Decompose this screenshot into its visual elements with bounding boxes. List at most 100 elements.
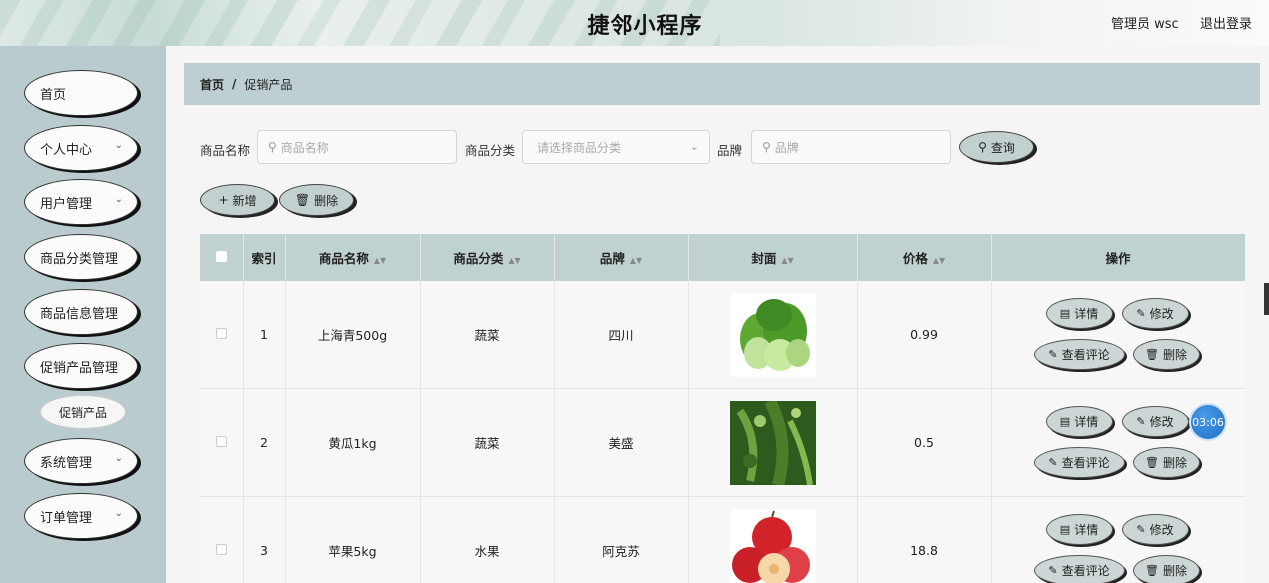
detail-button[interactable]: ▤ 详情: [1045, 298, 1113, 329]
logout-link[interactable]: 退出登录: [1200, 13, 1252, 32]
delete-button[interactable]: 🗑 删除: [1132, 555, 1200, 583]
cell-cover: [688, 281, 858, 389]
sidebar-item-promotion-management[interactable]: 促销产品管理: [24, 343, 138, 389]
add-button-label: 新增: [232, 193, 257, 208]
delete-button[interactable]: 🗑 删除: [1132, 339, 1200, 370]
timer-badge[interactable]: 03:06: [1189, 403, 1227, 441]
delete-button-label: 删除: [314, 193, 339, 208]
view-comments-button[interactable]: ✎ 查看评论: [1033, 339, 1125, 370]
row-checkbox[interactable]: [200, 388, 244, 497]
batch-delete-button[interactable]: 🗑 删除: [279, 184, 354, 216]
sidebar-item-category-management[interactable]: 商品分类管理: [24, 234, 138, 280]
admin-user-label: 管理员 wsc: [1111, 17, 1179, 32]
cell-name: 黄瓜1kg: [285, 388, 421, 497]
sidebar-item-home[interactable]: 首页: [24, 70, 138, 116]
sidebar-item-label: 系统管理: [40, 455, 93, 471]
sort-icon[interactable]: ▲▼: [781, 256, 793, 265]
edit-button[interactable]: ✎ 修改: [1121, 298, 1189, 329]
col-header-category[interactable]: 商品分类 ▲▼: [420, 234, 555, 281]
col-header-cover[interactable]: 封面 ▲▼: [688, 234, 858, 281]
col-header-label: 品牌: [599, 251, 625, 266]
brand-input[interactable]: ⚲ 品牌: [751, 130, 951, 164]
cell-name: 苹果5kg: [285, 496, 421, 583]
edit-button[interactable]: ✎ 修改: [1121, 406, 1189, 437]
trash-icon: 🗑: [294, 193, 311, 207]
breadcrumb-home[interactable]: 首页: [200, 76, 224, 93]
col-header-label: 商品分类: [453, 251, 504, 266]
breadcrumb: 首页 / 促销产品: [184, 63, 1260, 105]
sort-icon[interactable]: ▲▼: [374, 256, 386, 265]
trash-icon: 🗑: [1145, 348, 1159, 361]
cell-name: 上海青500g: [285, 281, 421, 389]
detail-button[interactable]: ▤ 详情: [1045, 514, 1113, 545]
row-checkbox[interactable]: [200, 496, 244, 583]
trash-icon: 🗑: [1145, 564, 1159, 577]
view-comments-button[interactable]: ✎ 查看评论: [1033, 447, 1125, 478]
view-comments-button[interactable]: ✎ 查看评论: [1033, 555, 1125, 583]
pencil-icon: ✎: [1136, 523, 1146, 536]
pencil-icon: ✎: [1048, 348, 1058, 361]
sidebar-item-personal-center[interactable]: 个人中心 ⌄: [24, 125, 138, 171]
col-header-index: 索引: [243, 234, 286, 281]
product-name-input[interactable]: ⚲ 商品名称: [257, 130, 457, 164]
cell-index: 1: [243, 281, 286, 389]
sidebar-item-system-management[interactable]: 系统管理 ⌄: [24, 438, 138, 484]
sidebar-subitem-promotion-products[interactable]: 促销产品: [40, 395, 126, 429]
col-header-brand[interactable]: 品牌 ▲▼: [554, 234, 689, 281]
edit-label: 修改: [1149, 307, 1174, 321]
add-button[interactable]: + 新增: [200, 184, 275, 216]
cucumber-image: [729, 400, 816, 485]
category-placeholder: 请选择商品分类: [537, 140, 622, 155]
chevron-down-icon: ⌄: [114, 453, 123, 464]
sort-icon[interactable]: ▲▼: [508, 256, 520, 265]
pencil-icon: ✎: [1136, 415, 1146, 428]
cell-price: 0.99: [857, 281, 992, 389]
sidebar: 首页 个人中心 ⌄ 用户管理 ⌄ 商品分类管理 商品信息管理 促销产品管理 促销产品…: [0, 46, 166, 583]
detail-button[interactable]: ▤ 详情: [1045, 406, 1113, 437]
cell-brand: 美盛: [554, 388, 689, 497]
edit-button[interactable]: ✎ 修改: [1121, 514, 1189, 545]
delete-button[interactable]: 🗑 删除: [1132, 447, 1200, 478]
col-header-name[interactable]: 商品名称 ▲▼: [285, 234, 421, 281]
select-all-checkbox[interactable]: [200, 234, 244, 281]
col-header-actions: 操作: [991, 234, 1245, 281]
cell-category: 蔬菜: [420, 281, 555, 389]
breadcrumb-current: 促销产品: [244, 77, 293, 92]
cell-brand: 阿克苏: [554, 496, 689, 583]
cell-brand: 四川: [554, 281, 689, 389]
bok-choy-image: [729, 292, 816, 377]
chevron-down-icon: ⌄: [114, 140, 123, 151]
product-name-label: 商品名称: [200, 143, 251, 158]
table-row: 1 上海青500g 蔬菜 四川 0.99 ▤ 详情 ✎ 修改 ✎ 查看评论 🗑 …: [200, 281, 1245, 389]
sort-icon[interactable]: ▲▼: [630, 256, 642, 265]
document-icon: ▤: [1059, 415, 1071, 428]
query-button-label: 查询: [990, 140, 1015, 155]
sidebar-item-product-management[interactable]: 商品信息管理: [24, 289, 138, 335]
edit-label: 修改: [1149, 523, 1174, 537]
delete-label: 删除: [1162, 348, 1187, 362]
comments-label: 查看评论: [1061, 456, 1110, 470]
comments-label: 查看评论: [1061, 564, 1110, 578]
cell-index: 2: [243, 388, 286, 497]
chevron-down-icon: ⌄: [689, 140, 699, 153]
scrollbar-thumb[interactable]: [1264, 283, 1269, 315]
trash-icon: 🗑: [1145, 456, 1159, 469]
cell-category: 水果: [420, 496, 555, 583]
document-icon: ▤: [1059, 307, 1071, 320]
query-button[interactable]: ⚲ 查询: [959, 131, 1034, 163]
search-icon: ⚲: [268, 140, 277, 154]
cell-actions: ▤ 详情 ✎ 修改 ✎ 查看评论 🗑 删除: [991, 496, 1245, 583]
product-table: 索引 商品名称 ▲▼ 商品分类 ▲▼ 品牌 ▲▼ 封面 ▲▼ 价格 ▲▼ 操作 1 上海青…: [200, 234, 1245, 583]
row-checkbox[interactable]: [200, 281, 244, 389]
edit-label: 修改: [1149, 415, 1174, 429]
sort-icon[interactable]: ▲▼: [933, 256, 945, 265]
sidebar-item-user-management[interactable]: 用户管理 ⌄: [24, 179, 138, 225]
detail-label: 详情: [1074, 523, 1099, 537]
cell-cover: [688, 388, 858, 497]
cell-index: 3: [243, 496, 286, 583]
sidebar-item-label: 个人中心: [40, 142, 93, 158]
category-select[interactable]: 请选择商品分类 ⌄: [522, 130, 710, 164]
sidebar-item-order-management[interactable]: 订单管理 ⌄: [24, 493, 138, 539]
col-header-price[interactable]: 价格 ▲▼: [857, 234, 992, 281]
chevron-down-icon: ⌄: [114, 508, 123, 519]
